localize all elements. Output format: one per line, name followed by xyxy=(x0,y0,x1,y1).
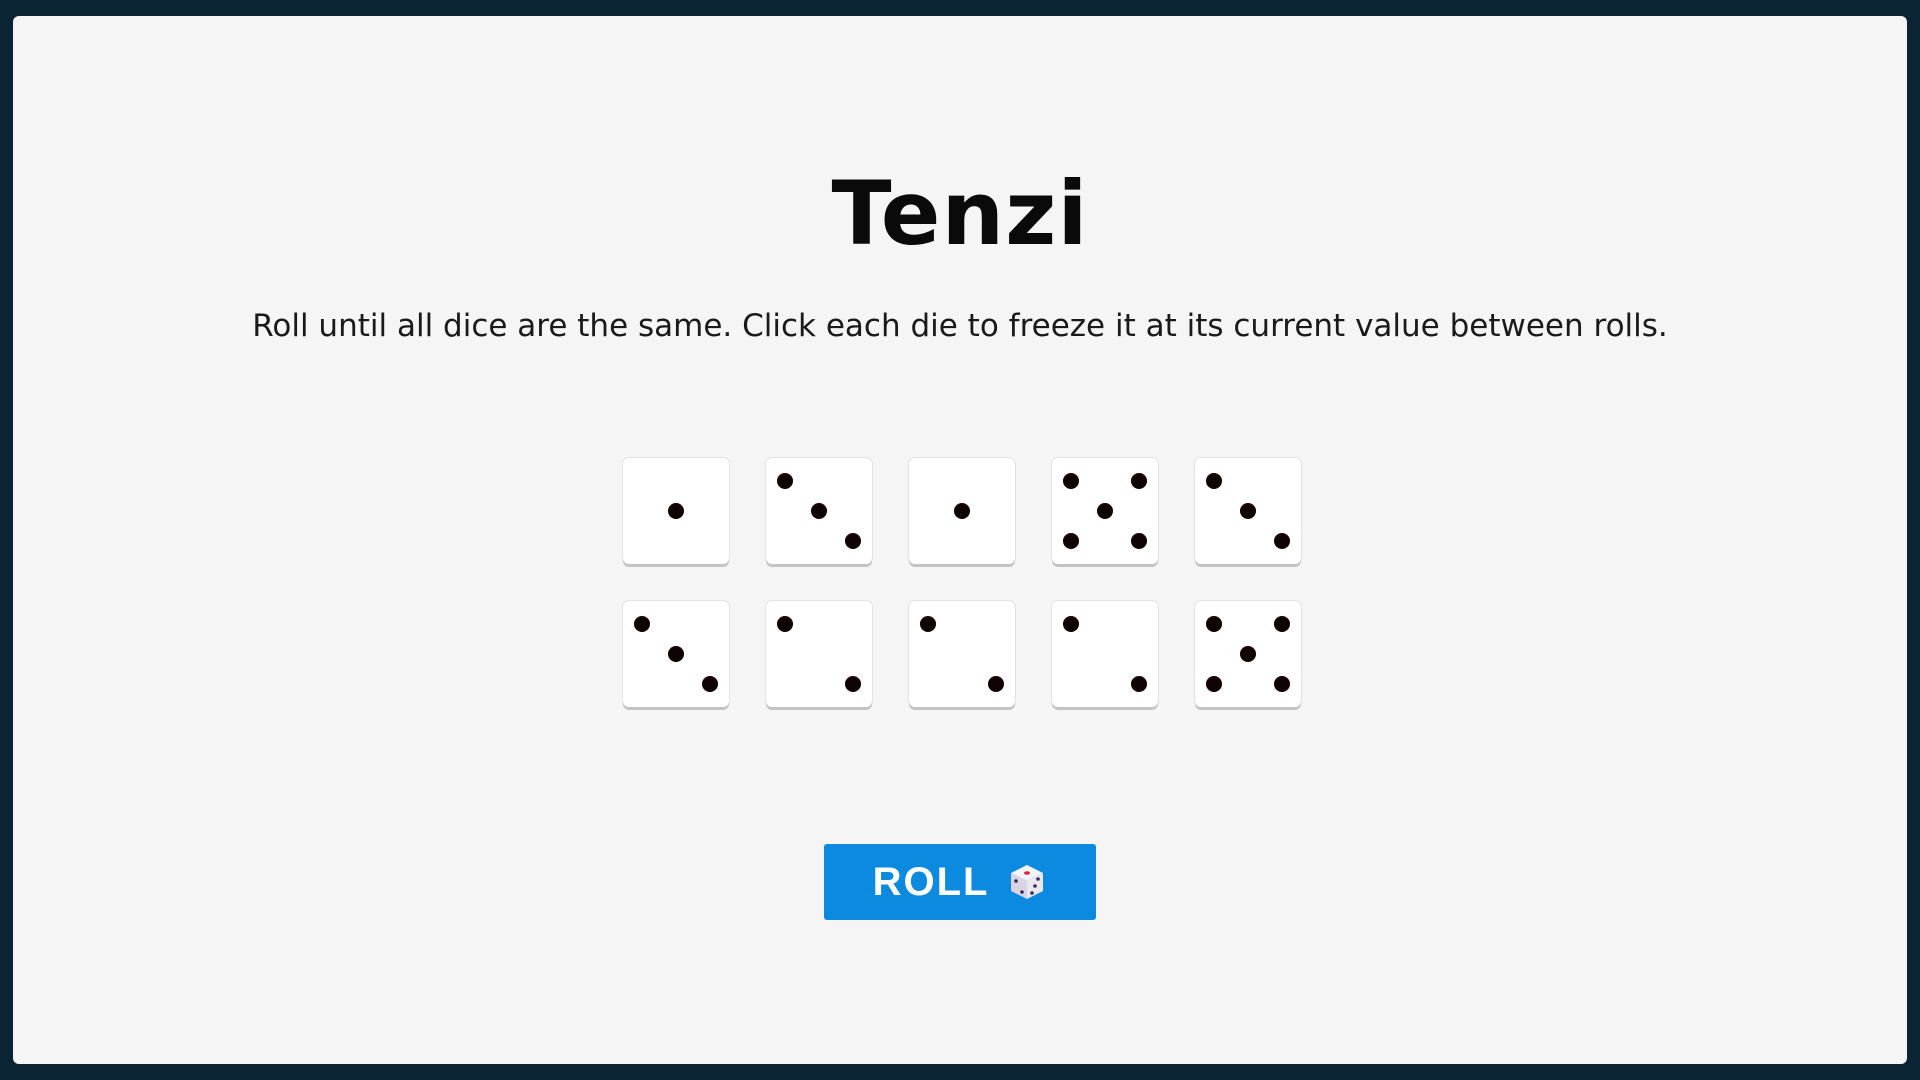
die-pip xyxy=(1206,616,1223,633)
die-pip xyxy=(777,473,794,490)
die-pip xyxy=(1240,646,1256,662)
die-pip xyxy=(844,532,861,549)
die-pip xyxy=(811,503,827,519)
die-pip xyxy=(844,675,861,692)
die-pip xyxy=(1130,473,1147,490)
die-8[interactable] xyxy=(909,601,1015,707)
die-pip xyxy=(1206,473,1223,490)
roll-button-label: ROLL xyxy=(872,859,990,904)
instructions-text: Roll until all dice are the same. Click … xyxy=(252,308,1668,344)
die-10[interactable] xyxy=(1195,601,1301,707)
dice-grid xyxy=(623,458,1313,707)
die-pip xyxy=(668,646,684,662)
die-pip xyxy=(1273,675,1290,692)
roll-button[interactable]: ROLL xyxy=(824,844,1096,920)
die-1[interactable] xyxy=(623,458,729,564)
die-pip xyxy=(668,503,684,519)
die-pip xyxy=(987,675,1004,692)
die-pip xyxy=(1240,503,1256,519)
die-pip xyxy=(1063,616,1080,633)
die-5[interactable] xyxy=(1195,458,1301,564)
die-pip xyxy=(634,616,651,633)
game-die-icon xyxy=(1007,862,1047,902)
die-pip xyxy=(1063,473,1080,490)
game-board: Tenzi Roll until all dice are the same. … xyxy=(13,16,1907,1064)
die-pip xyxy=(1273,616,1290,633)
die-pip xyxy=(1063,532,1080,549)
die-7[interactable] xyxy=(766,601,872,707)
die-pip xyxy=(701,675,718,692)
die-pip xyxy=(920,616,937,633)
die-pip xyxy=(1130,675,1147,692)
die-9[interactable] xyxy=(1052,601,1158,707)
page-title: Tenzi xyxy=(831,162,1089,265)
die-pip xyxy=(954,503,970,519)
die-pip xyxy=(1130,532,1147,549)
die-3[interactable] xyxy=(909,458,1015,564)
die-pip xyxy=(1097,503,1113,519)
die-pip xyxy=(777,616,794,633)
die-pip xyxy=(1273,532,1290,549)
die-2[interactable] xyxy=(766,458,872,564)
die-4[interactable] xyxy=(1052,458,1158,564)
die-6[interactable] xyxy=(623,601,729,707)
die-pip xyxy=(1206,675,1223,692)
